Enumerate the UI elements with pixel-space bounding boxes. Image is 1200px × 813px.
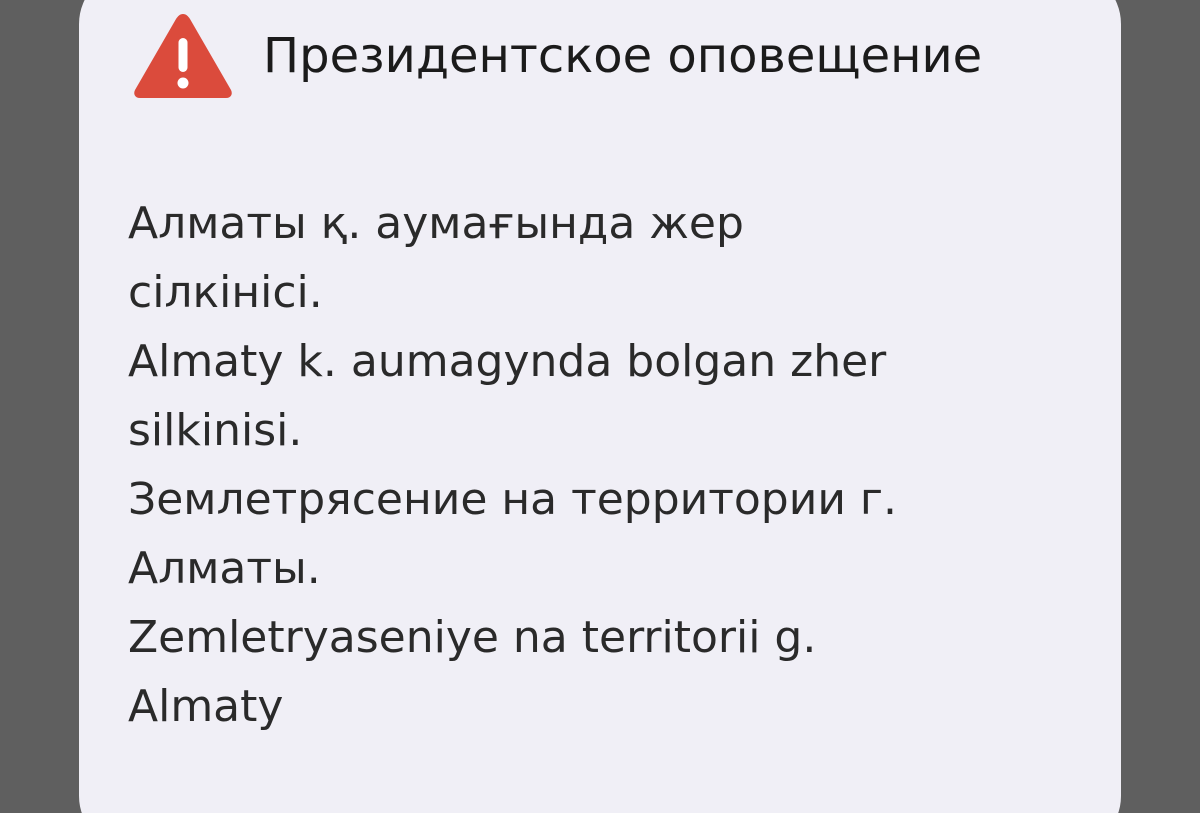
alert-title: Президентское оповещение	[263, 28, 983, 84]
alert-line: Алматы қ. аумағында жер	[128, 198, 744, 249]
alert-line: Землетрясение на территории г.	[128, 474, 898, 525]
alert-line: Almaty k. aumagynda bolgan zher	[128, 336, 887, 387]
alert-header: Президентское оповещение	[131, 6, 982, 106]
alert-line: Алматы.	[128, 543, 321, 594]
alert-line: Zemletryaseniye na territorii g.	[128, 612, 817, 663]
alert-message: Алматы қ. аумағында жер сілкінісі. Almat…	[128, 189, 1088, 741]
alert-line: Almaty	[128, 681, 284, 732]
alert-card: Президентское оповещение Алматы қ. аумағ…	[79, 0, 1121, 813]
warning-triangle-icon	[134, 14, 232, 98]
alert-line: сілкінісі.	[128, 267, 323, 318]
alert-line: silkinisi.	[128, 405, 303, 456]
